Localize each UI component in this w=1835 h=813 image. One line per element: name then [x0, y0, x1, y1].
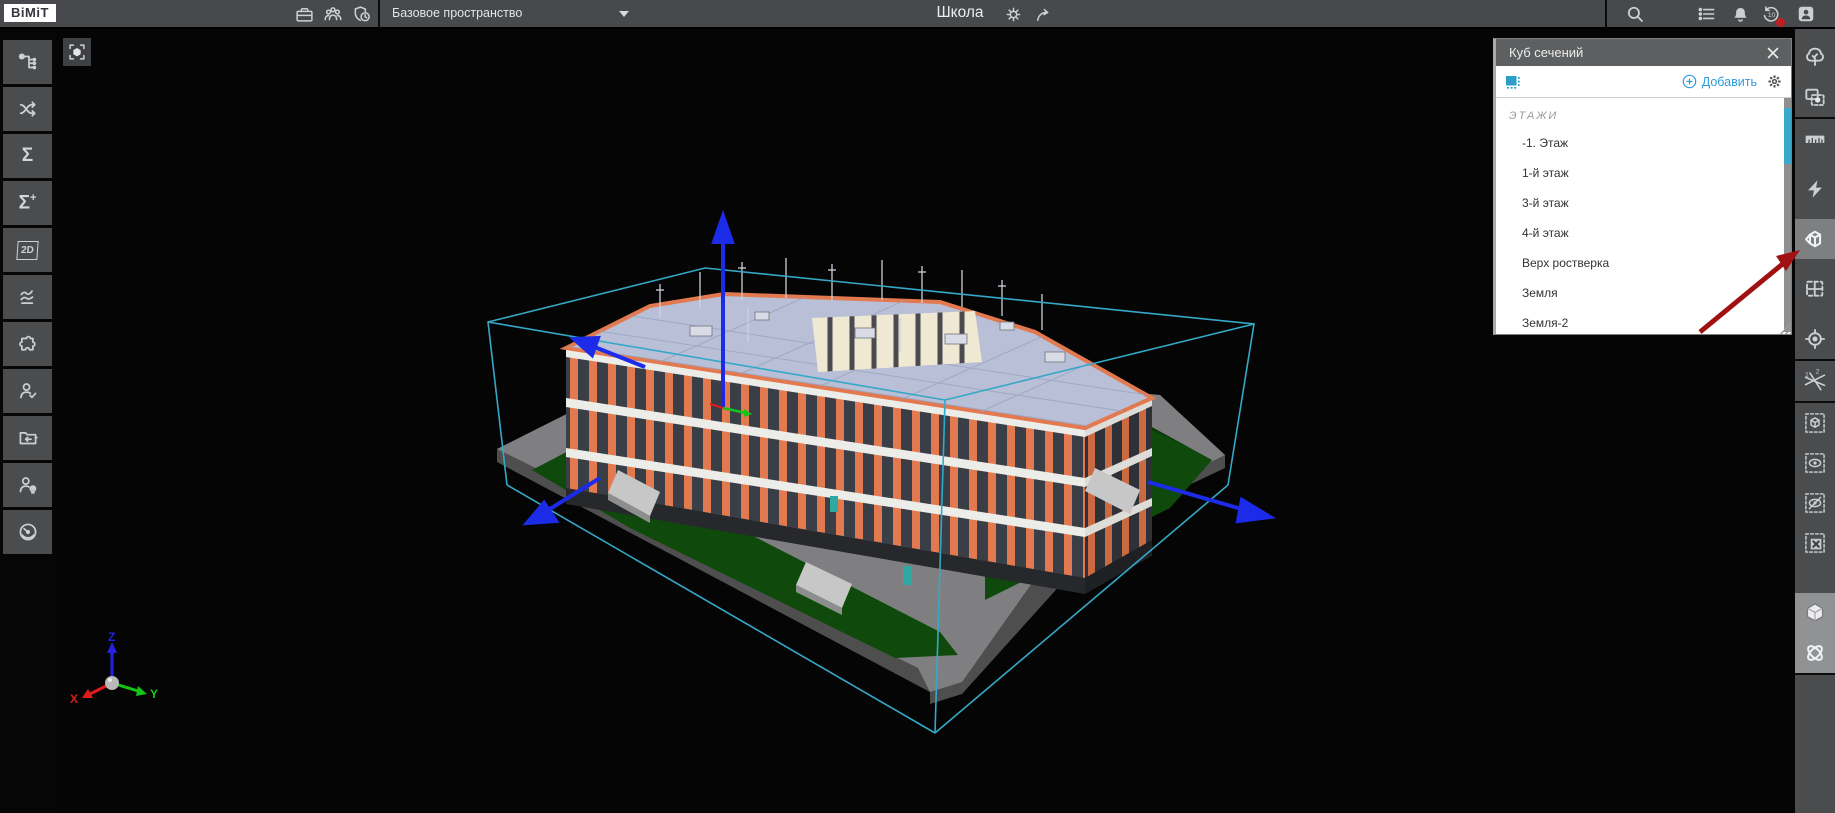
axes-icon-label-2: 2 — [1816, 368, 1820, 375]
floors-list: ЭТАЖИ -1. Этаж1-й этаж3-й этаж4-й этажВе… — [1496, 98, 1791, 332]
right-toolbar: 1 2 — [1795, 29, 1835, 813]
floor-item[interactable]: 3-й этаж — [1496, 188, 1791, 218]
add-button-label: Добавить — [1702, 75, 1757, 89]
section-plane-icon[interactable] — [1795, 269, 1835, 309]
panel-scrollbar-thumb[interactable] — [1784, 108, 1791, 164]
notifications-bell-icon[interactable] — [1729, 3, 1751, 25]
workspace-selector[interactable]: Базовое пространство — [392, 6, 522, 20]
panel-title: Куб сечений — [1509, 45, 1583, 60]
history-badge-count: 10 — [1768, 12, 1776, 19]
clear-selection-icon[interactable] — [1795, 523, 1835, 563]
section-cube-icon[interactable] — [1795, 219, 1835, 259]
doc-2d-icon[interactable]: 2D — [3, 228, 52, 272]
add-section-button[interactable]: Добавить — [1682, 74, 1757, 89]
axis-label-x: X — [70, 692, 78, 706]
axes-icon-label-1: 1 — [1805, 372, 1809, 379]
floor-item[interactable]: Земля-2 — [1496, 308, 1791, 332]
panel-gear-icon[interactable] — [1766, 73, 1783, 90]
ruler-icon[interactable] — [1795, 119, 1835, 159]
floor-item[interactable]: Верх ростверка — [1496, 248, 1791, 278]
isolate-cube-icon[interactable] — [1795, 403, 1835, 443]
search-icon[interactable] — [1624, 3, 1646, 25]
project-title: Школа — [905, 4, 1015, 22]
section-box-blue-icon[interactable] — [1504, 73, 1522, 91]
plugins-puzzle-icon[interactable] — [3, 322, 52, 366]
sum-glyph: Σ — [19, 192, 30, 213]
model-tree-icon[interactable] — [3, 40, 52, 84]
floor-item[interactable]: -1. Этаж — [1496, 128, 1791, 158]
charts-icon[interactable] — [3, 275, 52, 319]
dashboard-gauge-icon[interactable] — [3, 510, 52, 554]
share-icon[interactable] — [1032, 3, 1054, 25]
2d-glyph: 2D — [16, 241, 38, 260]
floor-item[interactable]: 4-й этаж — [1496, 218, 1791, 248]
user-check-icon[interactable] — [3, 369, 52, 413]
settings-gear-icon[interactable] — [1002, 3, 1024, 25]
point-target-icon[interactable] — [1795, 319, 1835, 359]
user-location-icon[interactable] — [3, 463, 52, 507]
panel-scrollbar[interactable] — [1784, 98, 1791, 332]
shield-history-icon[interactable] — [351, 3, 373, 25]
chevron-down-icon[interactable] — [619, 11, 629, 17]
briefcase-icon[interactable] — [293, 3, 315, 25]
floor-item[interactable]: 1-й этаж — [1496, 158, 1791, 188]
floors-rows: -1. Этаж1-й этаж3-й этаж4-й этажВерх рос… — [1496, 128, 1791, 332]
focus-hexagon-icon[interactable] — [63, 38, 91, 66]
notification-dot — [1776, 18, 1785, 27]
topbar-right-divider — [1605, 0, 1607, 27]
selection-frames-icon[interactable] — [1795, 77, 1835, 117]
left-toolbar: Σ Σ+ 2D — [0, 29, 56, 813]
panel-toolbar: Добавить — [1496, 66, 1791, 98]
axis-label-z: Z — [108, 630, 115, 644]
bimit-app: { "topbar": { "logo_text": "BiMiT", "lef… — [0, 0, 1835, 813]
panel-header[interactable]: Куб сечений — [1496, 39, 1791, 66]
shuffle-links-icon[interactable] — [3, 87, 52, 131]
close-icon[interactable] — [1765, 45, 1781, 61]
clash-lightning-icon[interactable] — [1795, 169, 1835, 209]
topbar: BiMiT Базовое пространство Школа — [0, 0, 1835, 29]
team-icon[interactable] — [322, 3, 344, 25]
floor-item[interactable]: Земля — [1496, 278, 1791, 308]
axes-grid-icon[interactable]: 1 2 — [1795, 361, 1835, 401]
profile-icon[interactable] — [1795, 3, 1817, 25]
menu-list-icon[interactable] — [1696, 3, 1718, 25]
show-eye-icon[interactable] — [1795, 443, 1835, 483]
environment-tree-icon[interactable] — [1795, 37, 1835, 77]
section-cube-panel: Куб сечений Добавить ЭТАЖИ -1. Этаж1-й э… — [1493, 38, 1792, 335]
sum-icon[interactable]: Σ — [3, 134, 52, 178]
orbit-icon[interactable] — [1795, 633, 1835, 673]
floors-group-header: ЭТАЖИ — [1496, 98, 1791, 128]
topbar-divider — [378, 0, 380, 27]
sum-add-icon[interactable]: Σ+ — [3, 181, 52, 225]
history-clock-icon[interactable]: 10 — [1760, 3, 1782, 25]
plus-suffix: + — [30, 192, 36, 204]
axis-gizmo[interactable]: Z X Y — [70, 630, 158, 706]
plus-circle-icon — [1682, 74, 1697, 89]
axis-label-y: Y — [150, 687, 158, 701]
hide-eye-icon[interactable] — [1795, 483, 1835, 523]
view-cube-icon[interactable] — [1795, 593, 1835, 633]
bimit-logo[interactable]: BiMiT — [4, 4, 56, 22]
sum-glyph: Σ — [22, 145, 33, 167]
folder-import-icon[interactable] — [3, 416, 52, 460]
